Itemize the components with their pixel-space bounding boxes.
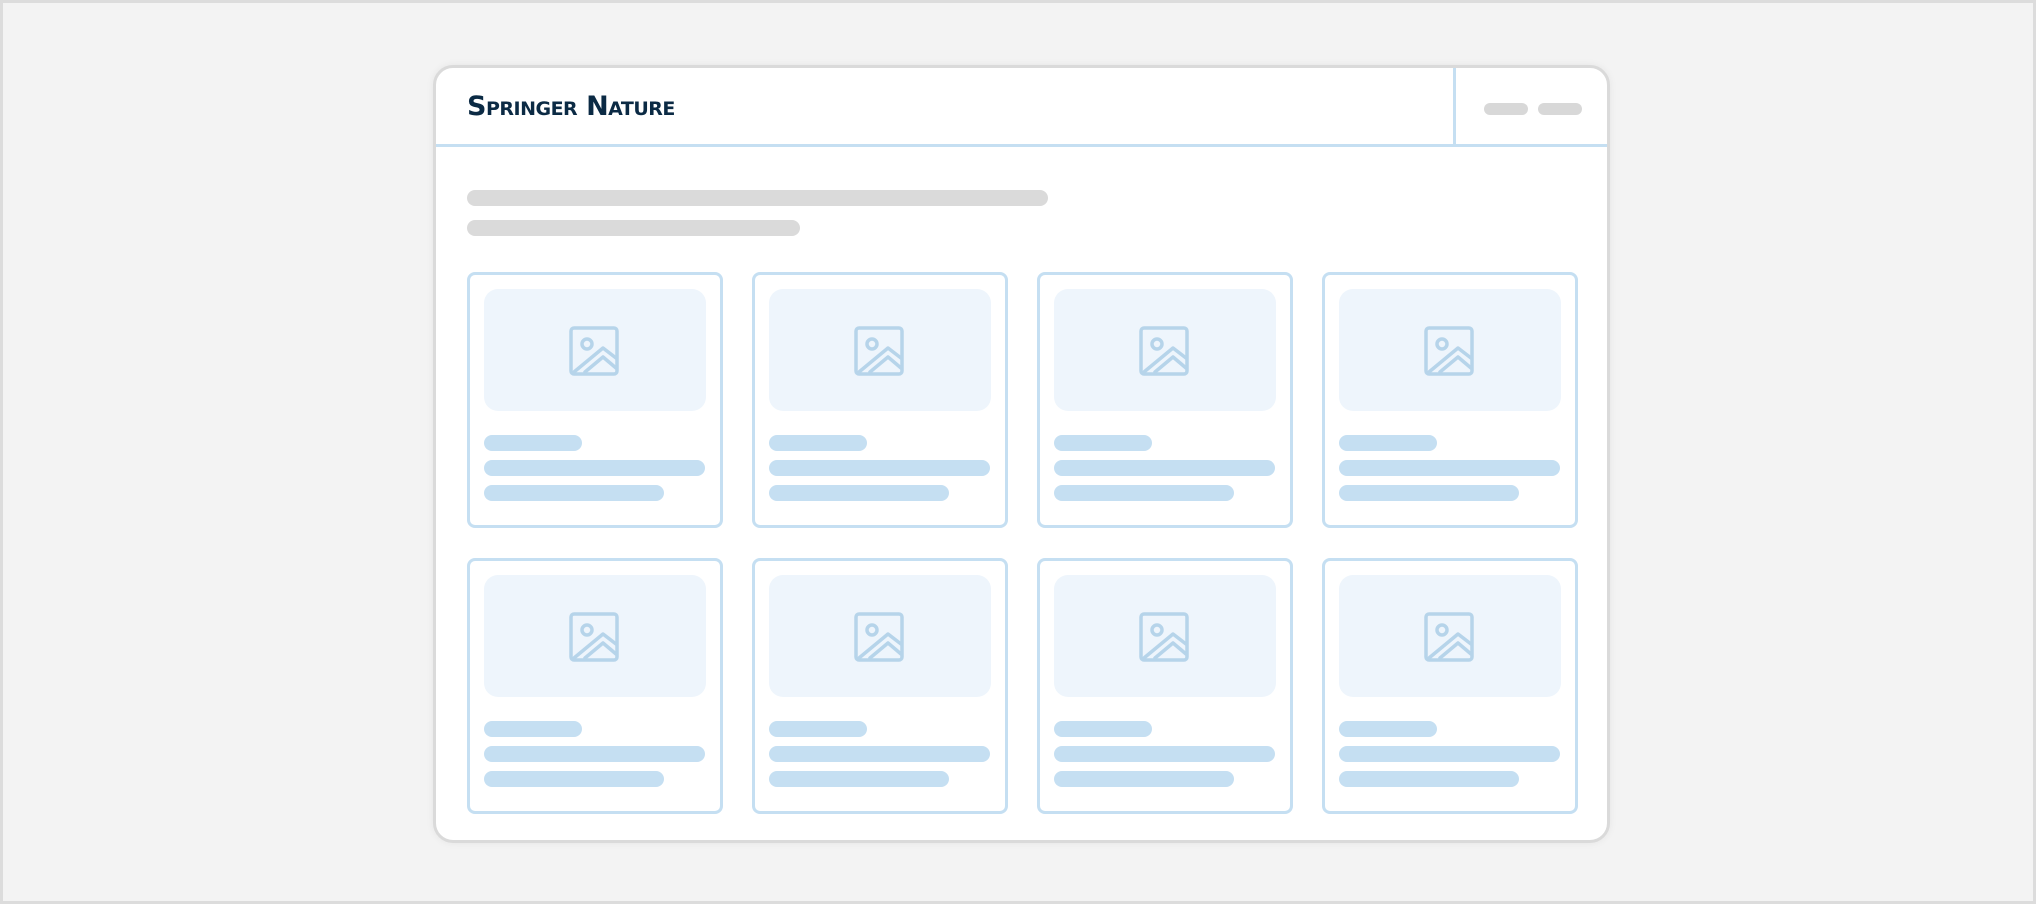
card-meta-placeholder [484,721,582,737]
header-divider [1453,68,1456,147]
card-meta-placeholder [1054,435,1152,451]
card-text-placeholder [1339,485,1519,501]
card-thumbnail [1054,289,1276,411]
card-text-placeholder [484,771,664,787]
content-card[interactable] [1037,558,1293,814]
card-text-placeholder [1054,771,1234,787]
browser-window: Springer Nature [433,65,1610,843]
card-meta-placeholder [1054,721,1152,737]
card-text-placeholder [1054,485,1234,501]
card-title-placeholder [1054,460,1275,476]
site-header: Springer Nature [436,68,1607,147]
card-title-placeholder [1054,746,1275,762]
image-placeholder-icon [854,326,904,376]
content-card[interactable] [1037,272,1293,528]
card-text-placeholder [484,485,664,501]
card-thumbnail [1339,575,1561,697]
card-text-placeholder [769,771,949,787]
image-placeholder-icon [1424,612,1474,662]
content-card[interactable] [1322,272,1578,528]
card-text-placeholder [1339,771,1519,787]
image-placeholder-icon [1424,326,1474,376]
card-thumbnail [1054,575,1276,697]
page-background: Springer Nature [0,0,2036,904]
card-meta-placeholder [484,435,582,451]
content-card[interactable] [752,558,1008,814]
card-meta-placeholder [769,435,867,451]
card-thumbnail [769,575,991,697]
card-thumbnail [769,289,991,411]
content-card[interactable] [467,558,723,814]
image-placeholder-icon [569,612,619,662]
card-title-placeholder [769,460,990,476]
card-thumbnail [1339,289,1561,411]
card-meta-placeholder [1339,721,1437,737]
content-card[interactable] [752,272,1008,528]
card-thumbnail [484,289,706,411]
card-title-placeholder [1339,460,1560,476]
content-card[interactable] [467,272,723,528]
card-meta-placeholder [769,721,867,737]
card-title-placeholder [1339,746,1560,762]
nav-menu-item-placeholder[interactable] [1484,103,1528,115]
card-title-placeholder [769,746,990,762]
nav-menu-item-placeholder[interactable] [1538,103,1582,115]
image-placeholder-icon [1139,612,1189,662]
card-meta-placeholder [1339,435,1437,451]
content-card[interactable] [1322,558,1578,814]
page-title-placeholder [467,190,1048,206]
card-title-placeholder [484,460,705,476]
springer-nature-logo[interactable]: Springer Nature [467,93,675,120]
image-placeholder-icon [854,612,904,662]
card-text-placeholder [769,485,949,501]
image-placeholder-icon [569,326,619,376]
image-placeholder-icon [1139,326,1189,376]
page-subtitle-placeholder [467,220,800,236]
card-thumbnail [484,575,706,697]
card-title-placeholder [484,746,705,762]
